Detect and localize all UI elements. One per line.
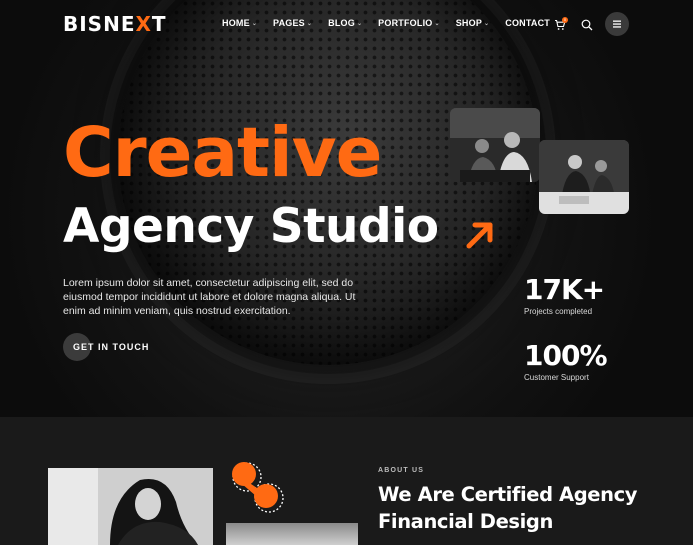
cart-count-badge: 0 bbox=[562, 17, 568, 23]
cta-label: GET IN TOUCH bbox=[73, 342, 150, 352]
stat-label-support: Customer Support bbox=[524, 373, 589, 382]
arrow-up-right-icon bbox=[464, 219, 496, 251]
chevron-down-icon: ⌄ bbox=[306, 20, 313, 27]
nav-item-label: HOME bbox=[222, 18, 250, 28]
main-nav: HOME ⌄ PAGES ⌄ BLOG ⌄ PORTFOLIO ⌄ SHOP ⌄… bbox=[222, 18, 566, 28]
site-logo[interactable]: BISNEXT bbox=[63, 12, 167, 36]
chevron-down-icon: ⌄ bbox=[484, 20, 490, 27]
nav-item-shop[interactable]: SHOP ⌄ bbox=[456, 18, 490, 28]
nav-item-label: PORTFOLIO bbox=[378, 18, 433, 28]
about-eyebrow: ABOUT US bbox=[378, 467, 425, 474]
stat-label-projects: Projects completed bbox=[524, 307, 593, 316]
stat-value-projects: 17K+ bbox=[524, 273, 605, 306]
stat-value-support: 100% bbox=[524, 339, 608, 372]
logo-text-x: X bbox=[135, 12, 152, 36]
logo-text-right: T bbox=[151, 12, 167, 36]
nav-item-label: SHOP bbox=[455, 18, 483, 28]
nav-item-label: PAGES bbox=[273, 18, 305, 28]
nav-item-pages[interactable]: PAGES ⌄ bbox=[273, 18, 312, 28]
nav-item-label: BLOG bbox=[328, 18, 355, 28]
hero-description: Lorem ipsum dolor sit amet, consectetur … bbox=[63, 277, 356, 317]
chevron-down-icon: ⌄ bbox=[356, 20, 363, 27]
nav-item-home[interactable]: HOME ⌄ bbox=[222, 18, 257, 28]
chevron-down-icon: ⌄ bbox=[434, 20, 440, 27]
hero-title-creative: Creative bbox=[63, 113, 382, 193]
about-photo-woman bbox=[48, 468, 213, 545]
about-photo-secondary bbox=[226, 523, 358, 545]
menu-button[interactable] bbox=[605, 12, 629, 36]
get-in-touch-button[interactable]: GET IN TOUCH bbox=[63, 333, 149, 361]
search-icon[interactable] bbox=[581, 18, 593, 31]
nav-item-portfolio[interactable]: PORTFOLIO ⌄ bbox=[378, 18, 440, 28]
team-photo-1 bbox=[450, 108, 540, 182]
about-title: We Are Certified Agency Financial Design bbox=[378, 483, 638, 533]
logo-text-left: BISNE bbox=[63, 12, 136, 36]
nav-item-blog[interactable]: BLOG ⌄ bbox=[328, 18, 362, 28]
nav-item-contact[interactable]: CONTACT bbox=[505, 18, 550, 28]
chevron-down-icon: ⌄ bbox=[251, 20, 258, 27]
menu-icon bbox=[613, 20, 621, 28]
hero-title-agency-studio: Agency Studio bbox=[63, 199, 439, 254]
team-photo-2 bbox=[539, 140, 629, 214]
orange-blob-decoration bbox=[228, 460, 288, 516]
nav-item-label: CONTACT bbox=[505, 18, 550, 28]
